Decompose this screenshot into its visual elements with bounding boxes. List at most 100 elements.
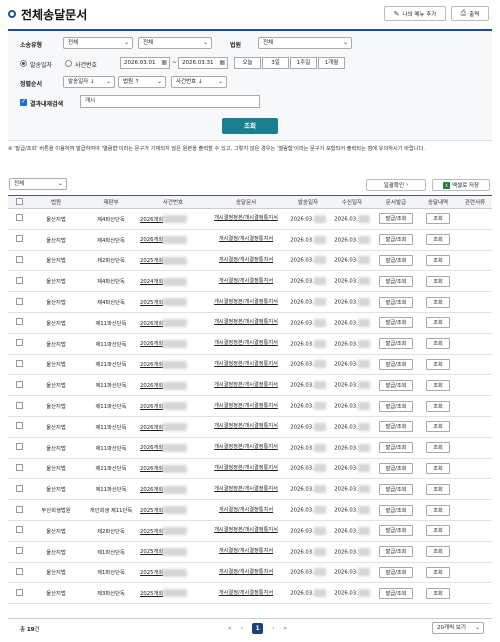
history-view-button[interactable]: 조회 <box>426 379 450 391</box>
history-view-button[interactable]: 조회 <box>426 587 450 599</box>
issue-view-button[interactable]: 발급/조회 <box>378 566 414 578</box>
issue-view-button[interactable]: 발급/조회 <box>378 525 414 537</box>
first-page-button[interactable]: « <box>228 625 232 632</box>
case-number-link[interactable]: 2026개회 <box>140 217 163 223</box>
issue-view-button[interactable]: 발급/조회 <box>378 213 414 225</box>
row-checkbox[interactable] <box>15 276 23 284</box>
history-view-button[interactable]: 조회 <box>426 566 450 578</box>
issue-view-button[interactable]: 발급/조회 <box>378 296 414 308</box>
document-link[interactable]: 개시결정정본/개시결정통지서 <box>206 458 286 480</box>
case-number-link[interactable]: 2026개회 <box>140 487 163 493</box>
refine-search-input[interactable]: 개시 <box>80 95 260 108</box>
case-number-link[interactable]: 2024개회 <box>140 279 163 285</box>
calendar-icon[interactable]: ▦ <box>161 58 167 68</box>
case-subtype-select[interactable]: 전체 ⌄ <box>138 37 212 49</box>
case-number-link[interactable]: 2025개회 <box>140 508 163 514</box>
document-link[interactable]: 개시결정정본/개시결정통지서 <box>206 478 286 501</box>
row-checkbox[interactable] <box>15 380 23 388</box>
issue-view-button[interactable]: 발급/조회 <box>378 587 414 599</box>
document-link[interactable]: 개시결정/개시결정통지서 <box>206 270 286 293</box>
history-view-button[interactable]: 조회 <box>426 483 450 495</box>
add-my-menu-button[interactable]: ✎ 나의 메뉴 추가 <box>384 6 446 21</box>
case-number-link[interactable]: 2026개회 <box>140 321 163 327</box>
case-number-cell[interactable]: 2026개회 <box>140 395 206 417</box>
row-checkbox[interactable] <box>15 505 23 513</box>
date-from-input[interactable]: 2026.03.01 ▦ <box>120 57 170 69</box>
row-checkbox[interactable] <box>15 359 23 367</box>
issue-view-button[interactable]: 발급/조회 <box>378 234 414 246</box>
case-number-link[interactable]: 2026개회 <box>140 341 163 347</box>
row-checkbox[interactable] <box>15 567 23 575</box>
document-link[interactable]: 개시결정정본/개시결정통지서 <box>206 395 286 417</box>
period-1week-button[interactable]: 1주일 <box>290 57 317 69</box>
case-number-link[interactable]: 2025개회 <box>140 549 163 555</box>
case-number-link[interactable]: 2025개회 <box>140 529 163 535</box>
case-number-link[interactable]: 2025개회 <box>140 300 163 306</box>
case-number-cell[interactable]: 2026개회 <box>140 333 206 355</box>
search-button[interactable]: 조회 <box>222 118 278 134</box>
row-checkbox[interactable] <box>15 484 23 492</box>
case-number-link[interactable]: 2026개회 <box>140 383 163 389</box>
history-view-button[interactable]: 조회 <box>426 442 450 454</box>
sort-secondary-select[interactable]: 법원 ↑ ⌄ <box>118 76 166 88</box>
issue-view-button[interactable]: 발급/조회 <box>378 546 414 558</box>
row-checkbox[interactable] <box>15 214 23 222</box>
prev-page-button[interactable]: ‹ <box>241 625 243 632</box>
history-view-button[interactable]: 조회 <box>426 546 450 558</box>
current-page[interactable]: 1 <box>252 623 264 634</box>
row-checkbox[interactable] <box>15 339 23 347</box>
case-number-cell[interactable]: 2025개회 <box>140 582 206 605</box>
issue-view-button[interactable]: 발급/조회 <box>378 462 414 474</box>
case-number-cell[interactable]: 2025개회 <box>140 541 206 563</box>
row-checkbox[interactable] <box>15 588 23 596</box>
case-number-link[interactable]: 2026개회 <box>140 445 163 451</box>
case-number-cell[interactable]: 2026개회 <box>140 208 206 230</box>
history-view-button[interactable]: 조회 <box>426 358 450 370</box>
issue-view-button[interactable]: 발급/조회 <box>378 317 414 329</box>
case-number-link[interactable]: 2026개회 <box>140 466 163 472</box>
case-number-cell[interactable]: 2026개회 <box>140 458 206 480</box>
period-3days-button[interactable]: 3일 <box>262 57 289 69</box>
case-number-cell[interactable]: 2025개회 <box>140 250 206 272</box>
sort-primary-select[interactable]: 발송일자 ↓ ⌄ <box>63 76 115 88</box>
case-number-cell[interactable]: 2026개회 <box>140 478 206 501</box>
select-all-checkbox[interactable] <box>15 197 23 205</box>
row-checkbox[interactable] <box>15 297 23 305</box>
case-number-cell[interactable]: 2026개회 <box>140 416 206 438</box>
case-number-link[interactable]: 2025개회 <box>140 591 163 597</box>
document-link[interactable]: 개시결정정본/개시결정통지서 <box>206 437 286 459</box>
document-link[interactable]: 개시결정정본/개시결정통지서 <box>206 520 286 542</box>
document-link[interactable]: 개시결정정본/개시결정통지서 <box>206 374 286 397</box>
case-number-cell[interactable]: 2025개회 <box>140 562 206 584</box>
case-number-cell[interactable]: 2025개회 <box>140 291 206 313</box>
case-type-select[interactable]: 전체 ⌄ <box>63 37 133 49</box>
history-view-button[interactable]: 조회 <box>426 338 450 350</box>
result-filter-select[interactable]: 전체 ⌄ <box>9 178 67 190</box>
issue-view-button[interactable]: 발급/조회 <box>378 400 414 412</box>
row-checkbox[interactable] <box>15 318 23 326</box>
row-checkbox[interactable] <box>15 443 23 451</box>
history-view-button[interactable]: 조회 <box>426 421 450 433</box>
issue-view-button[interactable]: 발급/조회 <box>378 483 414 495</box>
history-view-button[interactable]: 조회 <box>426 504 450 516</box>
last-page-button[interactable]: » <box>283 625 287 632</box>
history-view-button[interactable]: 조회 <box>426 400 450 412</box>
row-checkbox[interactable] <box>15 526 23 534</box>
row-checkbox[interactable] <box>15 463 23 471</box>
print-button[interactable]: ⎙ 출력 <box>451 6 489 21</box>
issue-view-button[interactable]: 발급/조회 <box>378 421 414 433</box>
document-link[interactable]: 개시결정/개시결정통지서 <box>206 499 286 521</box>
document-link[interactable]: 개시결정정본/개시결정통지서 <box>206 312 286 334</box>
document-link[interactable]: 개시결정/개시결정통지서 <box>206 582 286 605</box>
document-link[interactable]: 개시결정/개시결정통지서 <box>206 250 286 272</box>
case-number-cell[interactable]: 2026개회 <box>140 374 206 397</box>
case-number-cell[interactable]: 2026개회 <box>140 354 206 376</box>
document-link[interactable]: 개시결정정본/개시결정통지서 <box>206 208 286 230</box>
issue-view-button[interactable]: 발급/조회 <box>378 338 414 350</box>
row-checkbox[interactable] <box>15 422 23 430</box>
row-checkbox[interactable] <box>15 235 23 243</box>
case-number-link[interactable]: 2025개회 <box>140 570 163 576</box>
date-to-input[interactable]: 2026.03.31 ▦ <box>178 57 228 69</box>
row-checkbox[interactable] <box>15 255 23 263</box>
history-view-button[interactable]: 조회 <box>426 275 450 287</box>
